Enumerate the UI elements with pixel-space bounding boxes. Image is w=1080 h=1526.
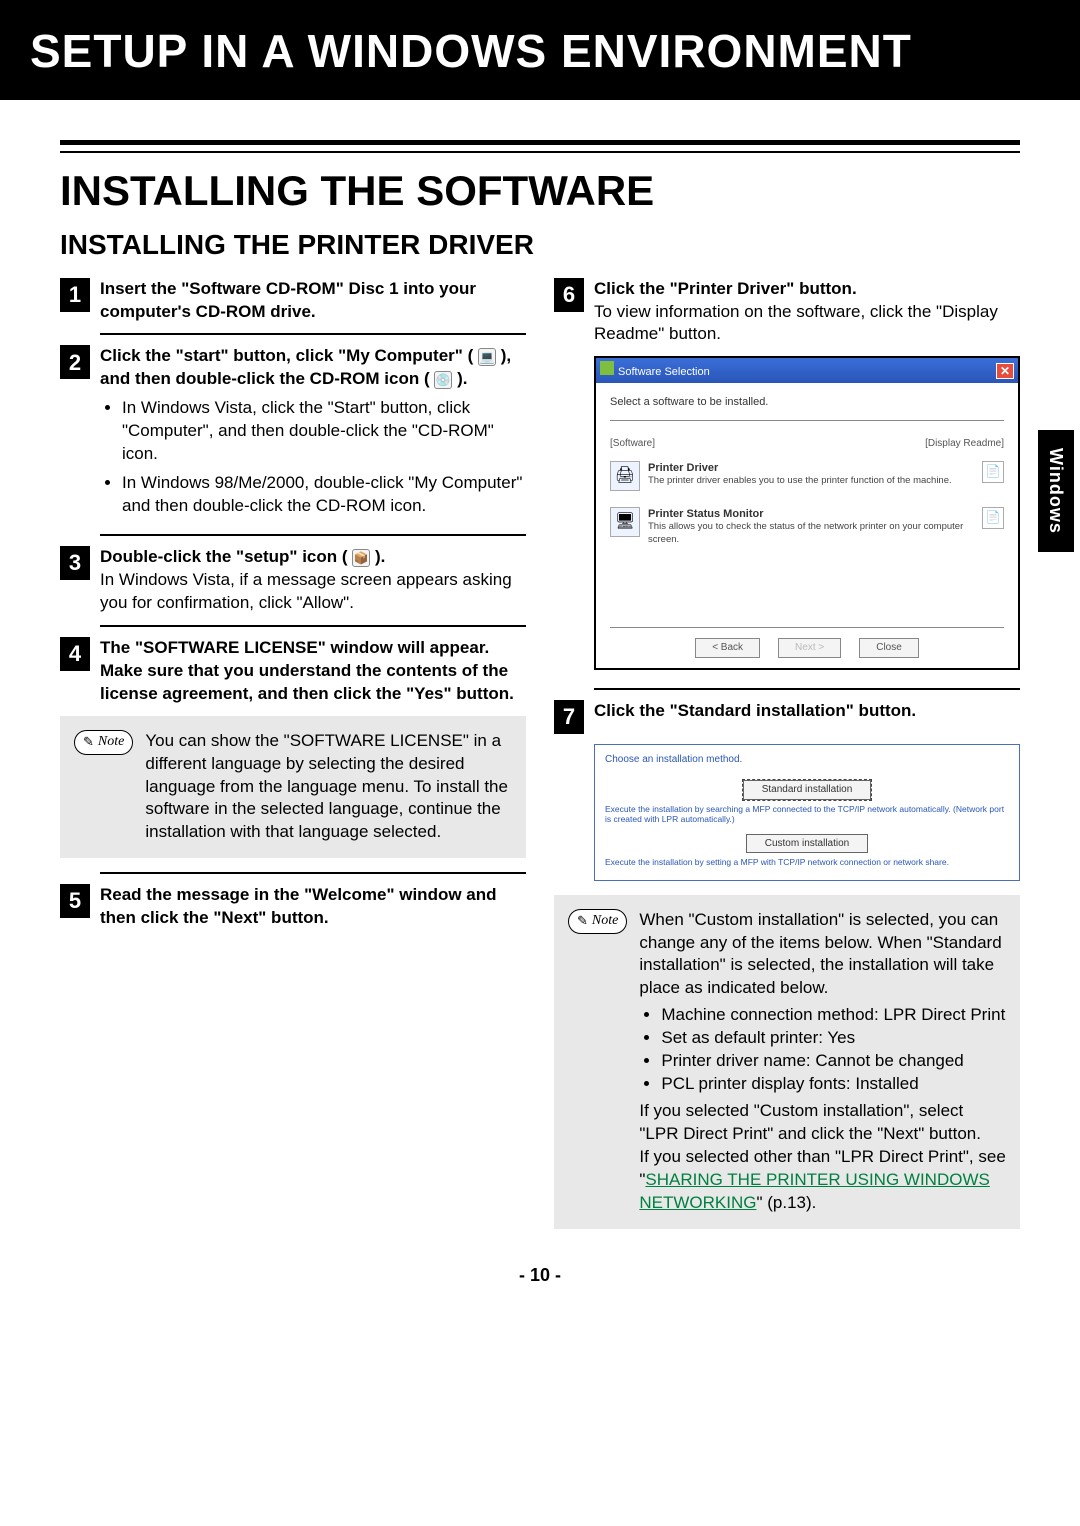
step-title: ). [457, 369, 467, 388]
rule-thin [60, 151, 1020, 153]
banner-title: SETUP IN A WINDOWS ENVIRONMENT [30, 20, 1050, 82]
step-number: 3 [60, 546, 90, 580]
window-title: Software Selection [618, 366, 710, 378]
setup-icon: 📦 [352, 549, 370, 567]
step-title: Click the "start" button, click "My Comp… [100, 346, 473, 365]
step-divider [594, 688, 1020, 690]
note-label: Note [568, 909, 627, 934]
option-title: Printer Driver [648, 461, 974, 476]
step-6: 6 Click the "Printer Driver" button. To … [554, 278, 1020, 347]
option-desc: The printer driver enables you to use th… [648, 475, 974, 488]
option-standard-installation[interactable]: Standard installation [605, 780, 1009, 800]
page-number: - 10 - [60, 1263, 1020, 1287]
step-title: Double-click the "setup" icon ( [100, 547, 348, 566]
option-title: Printer Status Monitor [648, 507, 974, 522]
heading-section: INSTALLING THE SOFTWARE [60, 163, 1020, 220]
dialog-text: Select a software to be installed. [610, 395, 1004, 410]
label-software: [Software] [610, 437, 655, 451]
section-tab-windows: Windows [1038, 430, 1074, 552]
step-divider [100, 333, 526, 335]
note-bullet: Printer driver name: Cannot be changed [661, 1050, 1006, 1073]
heading-subsection: INSTALLING THE PRINTER DRIVER [60, 226, 1020, 264]
step-number: 6 [554, 278, 584, 312]
screenshot-installation-method: Choose an installation method. Standard … [594, 744, 1020, 881]
step-title: Click the "Printer Driver" button. [594, 279, 857, 298]
step-number: 4 [60, 637, 90, 671]
option-custom-installation[interactable]: Custom installation [605, 834, 1009, 854]
step-5: 5 Read the message in the "Welcome" wind… [60, 884, 526, 930]
close-icon[interactable]: ✕ [996, 363, 1014, 379]
step-title: Insert the "Software CD-ROM" Disc 1 into… [100, 279, 476, 321]
app-icon [600, 361, 614, 375]
close-button[interactable]: Close [859, 638, 919, 658]
note-bullet: Machine connection method: LPR Direct Pr… [661, 1004, 1006, 1027]
label-display-readme: [Display Readme] [925, 437, 1004, 451]
note-box: Note When "Custom installation" is selec… [554, 895, 1020, 1229]
step-number: 7 [554, 700, 584, 734]
step-title: Read the message in the "Welcome" window… [100, 885, 497, 927]
my-computer-icon: 💻 [478, 348, 496, 366]
dialog-text: Choose an installation method. [605, 753, 1009, 767]
step-number: 2 [60, 345, 90, 379]
step-divider [100, 872, 526, 874]
note-text: If you selected other than "LPR Direct P… [639, 1146, 1006, 1215]
option-desc: This allows you to check the status of t… [648, 521, 974, 547]
note-text: If you selected "Custom installation", s… [639, 1100, 1006, 1146]
column-right: 6 Click the "Printer Driver" button. To … [554, 278, 1020, 1243]
readme-button[interactable]: 📄 [982, 507, 1004, 529]
back-button[interactable]: < Back [695, 638, 760, 658]
step-2: 2 Click the "start" button, click "My Co… [60, 345, 526, 524]
rule-heavy [60, 140, 1020, 145]
note-bullet: Set as default printer: Yes [661, 1027, 1006, 1050]
printer-icon: 🖨 [610, 461, 640, 491]
monitor-icon: 🖥 [610, 507, 640, 537]
step-7: 7 Click the "Standard installation" butt… [554, 700, 1020, 734]
step-3: 3 Double-click the "setup" icon ( 📦 ). I… [60, 546, 526, 615]
step-1: 1 Insert the "Software CD-ROM" Disc 1 in… [60, 278, 526, 324]
step-title: ). [375, 547, 385, 566]
step-title: Click the "Standard installation" button… [594, 701, 916, 720]
note-text: When "Custom installation" is selected, … [639, 909, 1006, 1001]
page-banner: SETUP IN A WINDOWS ENVIRONMENT [0, 0, 1080, 100]
option-printer-status-monitor[interactable]: 🖥 Printer Status Monitor This allows you… [610, 507, 1004, 547]
step-bullet: In Windows 98/Me/2000, double-click "My … [122, 472, 526, 518]
option-desc: Execute the installation by searching a … [605, 804, 1009, 824]
screenshot-software-selection: Software Selection ✕ Select a software t… [594, 356, 1020, 669]
note-bullet: PCL printer display fonts: Installed [661, 1073, 1006, 1096]
step-divider [100, 625, 526, 627]
option-printer-driver[interactable]: 🖨 Printer Driver The printer driver enab… [610, 461, 1004, 491]
step-number: 5 [60, 884, 90, 918]
step-desc: In Windows Vista, if a message screen ap… [100, 569, 526, 615]
readme-button[interactable]: 📄 [982, 461, 1004, 483]
next-button[interactable]: Next > [778, 638, 841, 658]
step-4: 4 The "SOFTWARE LICENSE" window will app… [60, 637, 526, 706]
option-desc: Execute the installation by setting a MF… [605, 857, 1009, 867]
note-label: Note [74, 730, 133, 755]
column-left: 1 Insert the "Software CD-ROM" Disc 1 in… [60, 278, 526, 1243]
custom-installation-button[interactable]: Custom installation [746, 834, 868, 854]
standard-installation-button[interactable]: Standard installation [743, 780, 872, 800]
cdrom-icon: 💿 [434, 371, 452, 389]
step-title: The "SOFTWARE LICENSE" window will appea… [100, 638, 514, 703]
note-text: You can show the "SOFTWARE LICENSE" in a… [145, 730, 512, 845]
step-number: 1 [60, 278, 90, 312]
step-desc: To view information on the software, cli… [594, 301, 1020, 347]
step-bullet: In Windows Vista, click the "Start" butt… [122, 397, 526, 466]
step-divider [100, 534, 526, 536]
note-box: Note You can show the "SOFTWARE LICENSE"… [60, 716, 526, 859]
